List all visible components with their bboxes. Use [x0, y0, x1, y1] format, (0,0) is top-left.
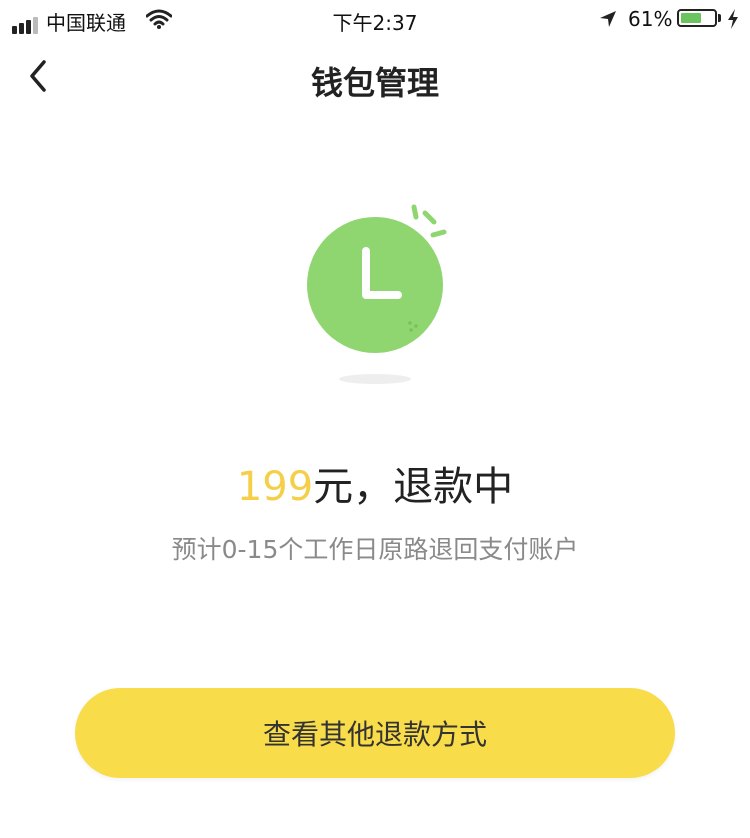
- clock-illustration: [290, 195, 470, 395]
- battery-icon: [677, 9, 717, 27]
- battery-percent: 61%: [628, 7, 673, 31]
- refund-status: 元，退款中: [313, 464, 514, 510]
- refund-headline: 199元，退款中: [0, 454, 750, 512]
- other-refund-methods-button[interactable]: 查看其他退款方式: [75, 688, 675, 778]
- charging-bolt-icon: [726, 8, 740, 35]
- clock-ring-mark: [430, 229, 447, 238]
- refund-note: 预计0-15个工作日原路退回支付账户: [171, 535, 579, 564]
- battery-tip: [718, 14, 721, 22]
- refund-amount: 199: [236, 464, 314, 510]
- clock-icon: [307, 217, 443, 353]
- clock-ring-mark: [422, 210, 437, 225]
- status-bar: 中国联通 下午2:37 61%: [0, 0, 750, 40]
- clock-shadow: [339, 374, 411, 384]
- battery-level-fill: [681, 13, 701, 23]
- location-arrow-icon: [598, 9, 618, 34]
- nav-bar: 钱包管理: [0, 44, 750, 108]
- clock-ring-mark: [411, 204, 419, 220]
- page-title: 钱包管理: [310, 64, 439, 102]
